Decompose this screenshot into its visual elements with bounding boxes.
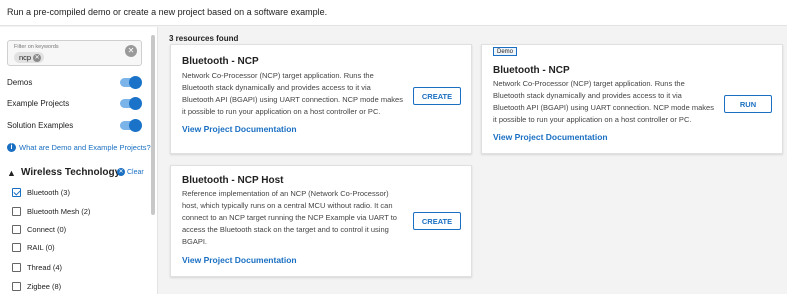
- card-description: Network Co-Processor (NCP) target applic…: [182, 70, 403, 118]
- run-button[interactable]: RUN: [724, 95, 772, 113]
- clear-label[interactable]: Clear: [127, 169, 144, 176]
- desc-line: Reference implementation of an NCP (Netw…: [182, 189, 389, 198]
- view-documentation-link[interactable]: View Project Documentation: [182, 255, 297, 265]
- checkbox-label: Connect (0): [27, 224, 67, 234]
- desc-line: Bluetooth stack dynamically and provides…: [182, 83, 371, 92]
- toggle-label: Example Projects: [7, 99, 70, 108]
- chevron-up-icon[interactable]: ▲: [7, 168, 16, 178]
- header-bar: Run a pre-compiled demo or create a new …: [0, 0, 787, 26]
- checkbox-icon[interactable]: [12, 224, 21, 234]
- checkbox-label: RAIL (0): [27, 242, 55, 252]
- keyword-filter-input[interactable]: Filter on keywords ncp ✕ ✕: [7, 40, 142, 66]
- checkbox-icon[interactable]: [12, 242, 21, 252]
- toggle-switch[interactable]: [120, 119, 142, 132]
- close-icon: ✕: [117, 168, 125, 176]
- checkbox-icon[interactable]: [12, 187, 21, 197]
- desc-line: it possible to run your application on a…: [493, 115, 692, 124]
- card-description: Reference implementation of an NCP (Netw…: [182, 188, 397, 248]
- checkbox-bluetooth[interactable]: Bluetooth (3): [12, 186, 70, 198]
- filter-sidebar: Filter on keywords ncp ✕ ✕ Demos Example…: [0, 27, 158, 294]
- toggle-solution-examples[interactable]: Solution Examples: [7, 119, 142, 133]
- toggle-example-projects[interactable]: Example Projects: [7, 97, 142, 111]
- create-button[interactable]: CREATE: [413, 212, 461, 230]
- card-title: Bluetooth - NCP: [493, 65, 570, 76]
- desc-line: Bluetooth API (BGAPI) using UART connect…: [493, 103, 714, 112]
- desc-line: it possible to run your application on a…: [182, 107, 381, 116]
- toggle-switch[interactable]: [120, 76, 142, 89]
- filter-chip-ncp: ncp ✕: [14, 52, 45, 63]
- wireless-technology-header[interactable]: ▲ Wireless Technology ✕ Clear: [7, 166, 147, 180]
- demo-info-link[interactable]: i What are Demo and Example Projects?: [7, 143, 151, 152]
- desc-line: Network Co-Processor (NCP) target applic…: [493, 79, 685, 88]
- resource-card: Bluetooth - NCP Host Reference implement…: [170, 165, 472, 277]
- checkbox-icon[interactable]: [12, 206, 21, 216]
- results-count: 3 resources found: [169, 34, 239, 43]
- checkbox-label: Bluetooth (3): [27, 187, 70, 197]
- checkbox-connect[interactable]: Connect (0): [12, 223, 66, 235]
- resource-card: Demo Bluetooth - NCP Network Co-Processo…: [481, 44, 783, 154]
- resource-card: Bluetooth - NCP Network Co-Processor (NC…: [170, 44, 472, 154]
- info-link-text[interactable]: What are Demo and Example Projects?: [19, 143, 151, 152]
- checkbox-bluetooth-mesh[interactable]: Bluetooth Mesh (2): [12, 205, 90, 217]
- sidebar-scrollbar[interactable]: [151, 35, 155, 215]
- filter-label: Filter on keywords: [14, 44, 59, 50]
- toggle-label: Demos: [7, 78, 33, 87]
- checkbox-rail[interactable]: RAIL (0): [12, 241, 55, 253]
- clear-button[interactable]: ✕ Clear: [117, 168, 144, 176]
- desc-line: Network Co-Processor (NCP) target applic…: [182, 71, 374, 80]
- checkbox-label: Thread (4): [27, 262, 63, 272]
- checkbox-label: Zigbee (8): [27, 281, 62, 291]
- desc-line: Bluetooth stack dynamically and provides…: [493, 91, 682, 100]
- checkbox-zigbee[interactable]: Zigbee (8): [12, 280, 61, 292]
- checkbox-thread[interactable]: Thread (4): [12, 261, 62, 273]
- chip-label: ncp: [19, 53, 32, 62]
- toggle-demos[interactable]: Demos: [7, 76, 142, 90]
- info-icon: i: [7, 143, 16, 152]
- toggle-label: Solution Examples: [7, 121, 74, 130]
- card-title: Bluetooth - NCP Host: [182, 175, 284, 186]
- desc-line: access the Bluetooth stack on the target…: [182, 225, 389, 234]
- card-description: Network Co-Processor (NCP) target applic…: [493, 78, 714, 126]
- view-documentation-link[interactable]: View Project Documentation: [182, 124, 297, 134]
- header-text: Run a pre-compiled demo or create a new …: [7, 7, 328, 17]
- desc-line: connect to an NCP target running the NCP…: [182, 213, 397, 222]
- chip-remove-icon[interactable]: ✕: [33, 53, 42, 62]
- checkbox-label: Bluetooth Mesh (2): [27, 206, 91, 216]
- demo-badge: Demo: [493, 47, 518, 56]
- card-title: Bluetooth - NCP: [182, 56, 259, 67]
- section-title: Wireless Technology: [21, 167, 121, 178]
- desc-line: host, which typically runs on a central …: [182, 201, 393, 210]
- checkbox-icon[interactable]: [12, 281, 21, 291]
- desc-line: BGAPI.: [182, 237, 208, 246]
- clear-filter-icon[interactable]: ✕: [125, 45, 137, 57]
- create-button[interactable]: CREATE: [413, 87, 461, 105]
- toggle-switch[interactable]: [120, 97, 142, 110]
- desc-line: Bluetooth API (BGAPI) using UART connect…: [182, 95, 403, 104]
- view-documentation-link[interactable]: View Project Documentation: [493, 132, 608, 142]
- checkbox-icon[interactable]: [12, 262, 21, 272]
